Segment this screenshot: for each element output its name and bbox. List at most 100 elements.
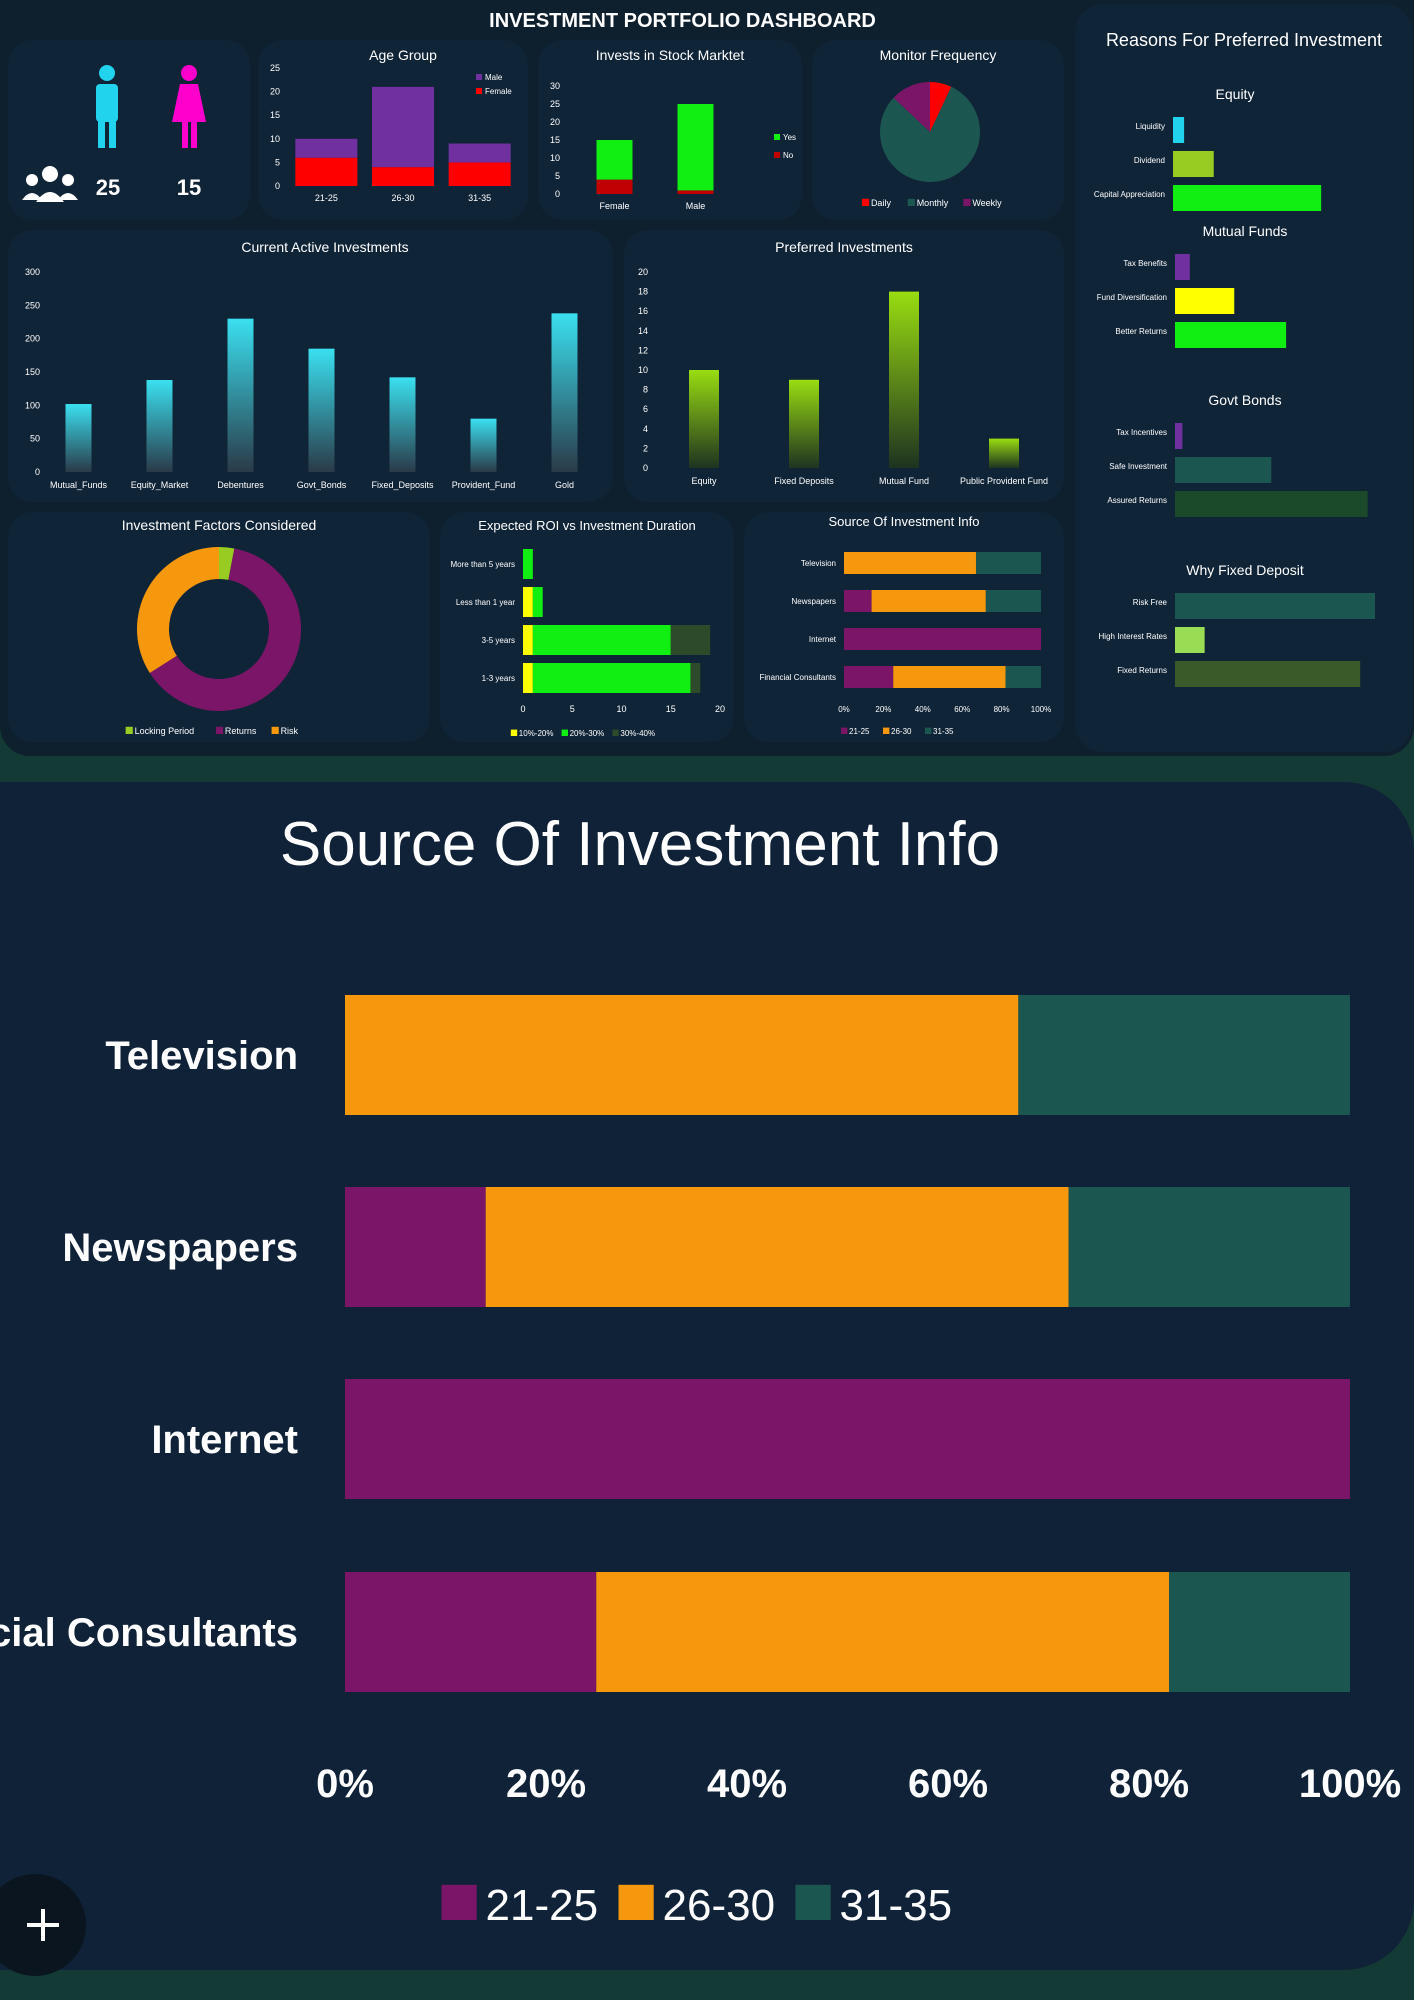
factors-chart: Investment Factors Considered Locking Per… [122,517,317,736]
source_info-big-ylabel-0: Television [105,1034,298,1078]
source_info-big-bar-1-1 [485,1187,1069,1307]
gender-svg: 25 15 [22,65,206,202]
stock-market-chart: Invests in Stock Marktet 30 25 20 15 10 5 0 Fema… [550,47,796,211]
current_active-ytick-6: 0 [35,467,40,477]
reasons-group-title-2: Govt Bonds [1208,392,1281,408]
source_info-big-bar-2-3 [1169,1572,1350,1692]
source_info-big-bar-2-1 [1068,1187,1350,1307]
roi-legend-label-1: 20%-30% [570,729,605,738]
factors-slice-risk [137,547,219,673]
roi-bar-0-3 [523,663,533,693]
preferred-bar-2 [889,291,919,468]
age_group-xlabel-2: 31-35 [468,193,491,203]
current_active-ytick-1: 250 [25,300,40,310]
source_info-small-ylabel-1: Newspapers [792,597,836,606]
reasons-bar-1-0 [1175,254,1190,280]
current-active-card: Current Active Investments 300 250 200 150 10… [8,230,613,502]
reasons-bar-3-2 [1175,661,1361,687]
age_group-bar-male-2 [448,143,511,163]
reasons-label-2-2: Assured Returns [1107,496,1167,505]
roi-bar-0-2 [523,625,533,655]
current_active-xlabel-3: Govt_Bonds [297,480,347,490]
roi-xtick-1: 5 [570,704,575,714]
age_group-bar-female-2 [448,162,511,186]
monitor-frequency-chart: Monitor Frequency Daily Monthly Weekly [861,47,1002,208]
reasons-label-0-0: Liquidity [1136,122,1165,131]
reasons-chart: Reasons For Preferred Investment Equity Li… [1094,30,1382,687]
source_info-big-xtick-5: 100% [1299,1762,1401,1806]
age-group-card: Age Group 25 20 15 10 5 0 21-25 26-30 31-35 Male Fe… [258,40,528,220]
preferred-xlabel-3: Public Provident Fund [960,476,1048,486]
reasons-label-1-2: Better Returns [1115,327,1167,336]
current_active-bar-6 [551,313,578,472]
monitor-title: Monitor Frequency [880,47,997,63]
source_info-small-bar-1-3 [893,666,1006,688]
current_active-ytick-0: 300 [25,267,40,277]
preferred-ytick-10: 0 [643,463,648,473]
age_group-ytick-0: 25 [270,63,280,73]
roi-ylabel-1: Less than 1 year [456,598,515,607]
age_group-title: Age Group [369,47,437,63]
preferred-bar-0 [689,370,719,468]
preferred-ytick-5: 10 [638,365,648,375]
dashboard-panel: INVESTMENT PORTFOLIO DASHBOARD 25 15 Age… [0,0,1414,756]
reasons-label-3-2: Fixed Returns [1117,666,1167,675]
preferred-xlabel-0: Equity [691,476,717,486]
age_group-legend-label-0: Male [485,73,503,82]
female-icon [172,65,206,148]
age_group-ytick-4: 5 [275,157,280,167]
source-zoom-panel: Source Of Investment Info Television Newsp… [0,782,1414,1970]
preferred-bar-3 [989,438,1019,468]
factors-title: Investment Factors Considered [122,517,317,533]
stock-market-card: Invests in Stock Marktet 30 25 20 15 10 5 0 Fema… [538,40,802,220]
source_info-big-legend-label-2: 31-35 [840,1881,953,1930]
stock_market-bar-yes-1 [677,104,714,191]
source_info-small-ylabel-2: Internet [809,635,837,644]
source_info-big-ylabel-3: Financial Consultants [0,1611,298,1655]
preferred-ytick-3: 14 [638,326,648,336]
age_group-ytick-3: 10 [270,134,280,144]
roi-bar-1-0 [523,549,533,579]
age_group-bar-male-0 [295,138,358,158]
source_info-big-bar-1-0 [345,995,1019,1115]
source_info-small-bar-1-0 [844,552,976,574]
age_group-bar-female-1 [372,167,434,186]
monitor-legend-swatch-2 [963,198,971,206]
roi-legend-swatch-2 [612,729,619,736]
stock_market-bar-no-0 [596,179,633,194]
age_group-xlabel-1: 26-30 [391,193,414,203]
preferred-chart: Preferred Investments20181614121086420Eq… [638,239,1048,486]
monitor-legend-swatch-0 [861,198,870,206]
gender-card: 25 15 [8,40,250,220]
roi-xtick-4: 20 [715,704,725,714]
source_info-big-ylabel-1: Newspapers [62,1226,298,1270]
current_active-ytick-2: 200 [25,334,40,344]
stock_market-legend-label-0: Yes [783,133,796,142]
reasons-group-title-3: Why Fixed Deposit [1186,562,1304,578]
roi-ylabel-2: 3-5 years [482,636,515,645]
factors-legend-label-0: Locking Period [135,726,195,736]
stock_market-xlabel-1: Male [686,201,706,211]
reasons-title: Reasons For Preferred Investment [1106,30,1382,50]
stock_market-ytick-6: 0 [555,189,560,199]
preferred-ytick-4: 12 [638,345,648,355]
current_active-xlabel-0: Mutual_Funds [50,480,108,490]
source-small-card: Source Of Investment Info Television Newsp… [744,512,1064,742]
preferred-xlabel-2: Mutual Fund [879,476,929,486]
plus-icon [27,1909,59,1941]
reasons-bar-3-0 [1175,593,1375,619]
source_info-big-legend-swatch-0 [441,1884,477,1920]
reasons-label-1-0: Tax Benefits [1123,259,1167,268]
male-count: 25 [96,175,120,200]
current_active-bar-1 [146,380,173,472]
source_info-small-legend-label-1: 26-30 [891,727,912,736]
current_active-xlabel-4: Fixed_Deposits [371,480,434,490]
source_info-small-xtick-5: 100% [1031,705,1051,714]
source_info-big-xtick-3: 60% [908,1762,988,1806]
roi-xtick-2: 10 [616,704,626,714]
stock_market-ytick-2: 20 [550,117,560,127]
source_info-small-title: Source Of Investment Info [828,514,979,529]
source_info-big-legend-swatch-2 [795,1884,831,1920]
reasons-bar-3-1 [1175,627,1205,653]
reasons-label-0-2: Capital Appreciation [1094,190,1165,199]
